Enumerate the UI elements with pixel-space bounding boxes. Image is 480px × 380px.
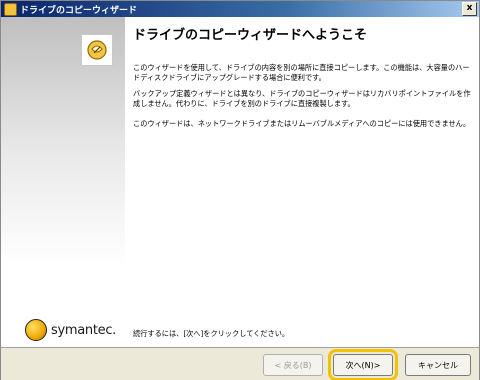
back-button[interactable]: < 戻る(B) [263,354,323,376]
intro-paragraph: このウィザードを使用して、ドライブの内容を別の場所に直接コピーします。この機能は… [133,63,470,82]
drive-copy-icon [81,34,113,66]
title-bar: ドライブのコピーウィザード x [1,1,479,17]
cancel-button[interactable]: キャンセル [405,354,471,376]
symantec-logo-icon [25,319,47,341]
wizard-window: ドライブのコピーウィザード x symantec. ドライブのコピーウィザードへ… [0,0,480,380]
drive-copy-icon-graphic [87,40,107,60]
close-button[interactable]: x [462,2,477,16]
next-button[interactable]: 次へ(N)> [328,349,398,380]
difference-paragraph: バックアップ定義ウィザードとは異なり、ドライブのコピーウィザードはリカバリポイン… [133,89,471,108]
page-title: ドライブのコピーウィザードへようこそ [133,28,368,43]
button-bar: < 戻る(B) 次へ(N)> キャンセル [1,347,479,380]
symantec-brand-name: symantec. [51,322,117,338]
wizard-sidebar: symantec. [1,17,125,347]
wizard-content: ドライブのコピーウィザードへようこそ このウィザードを使用して、ドライブの内容を… [125,17,479,347]
window-title: ドライブのコピーウィザード [20,5,138,16]
continue-instruction: 続行するには、[次へ]をクリックしてください。 [133,329,290,338]
app-icon [4,2,17,16]
symantec-logo: symantec. [25,319,116,341]
limitation-paragraph: このウィザードは、ネットワークドライブまたはリムーバブルメディアへのコピーには使… [133,119,471,128]
